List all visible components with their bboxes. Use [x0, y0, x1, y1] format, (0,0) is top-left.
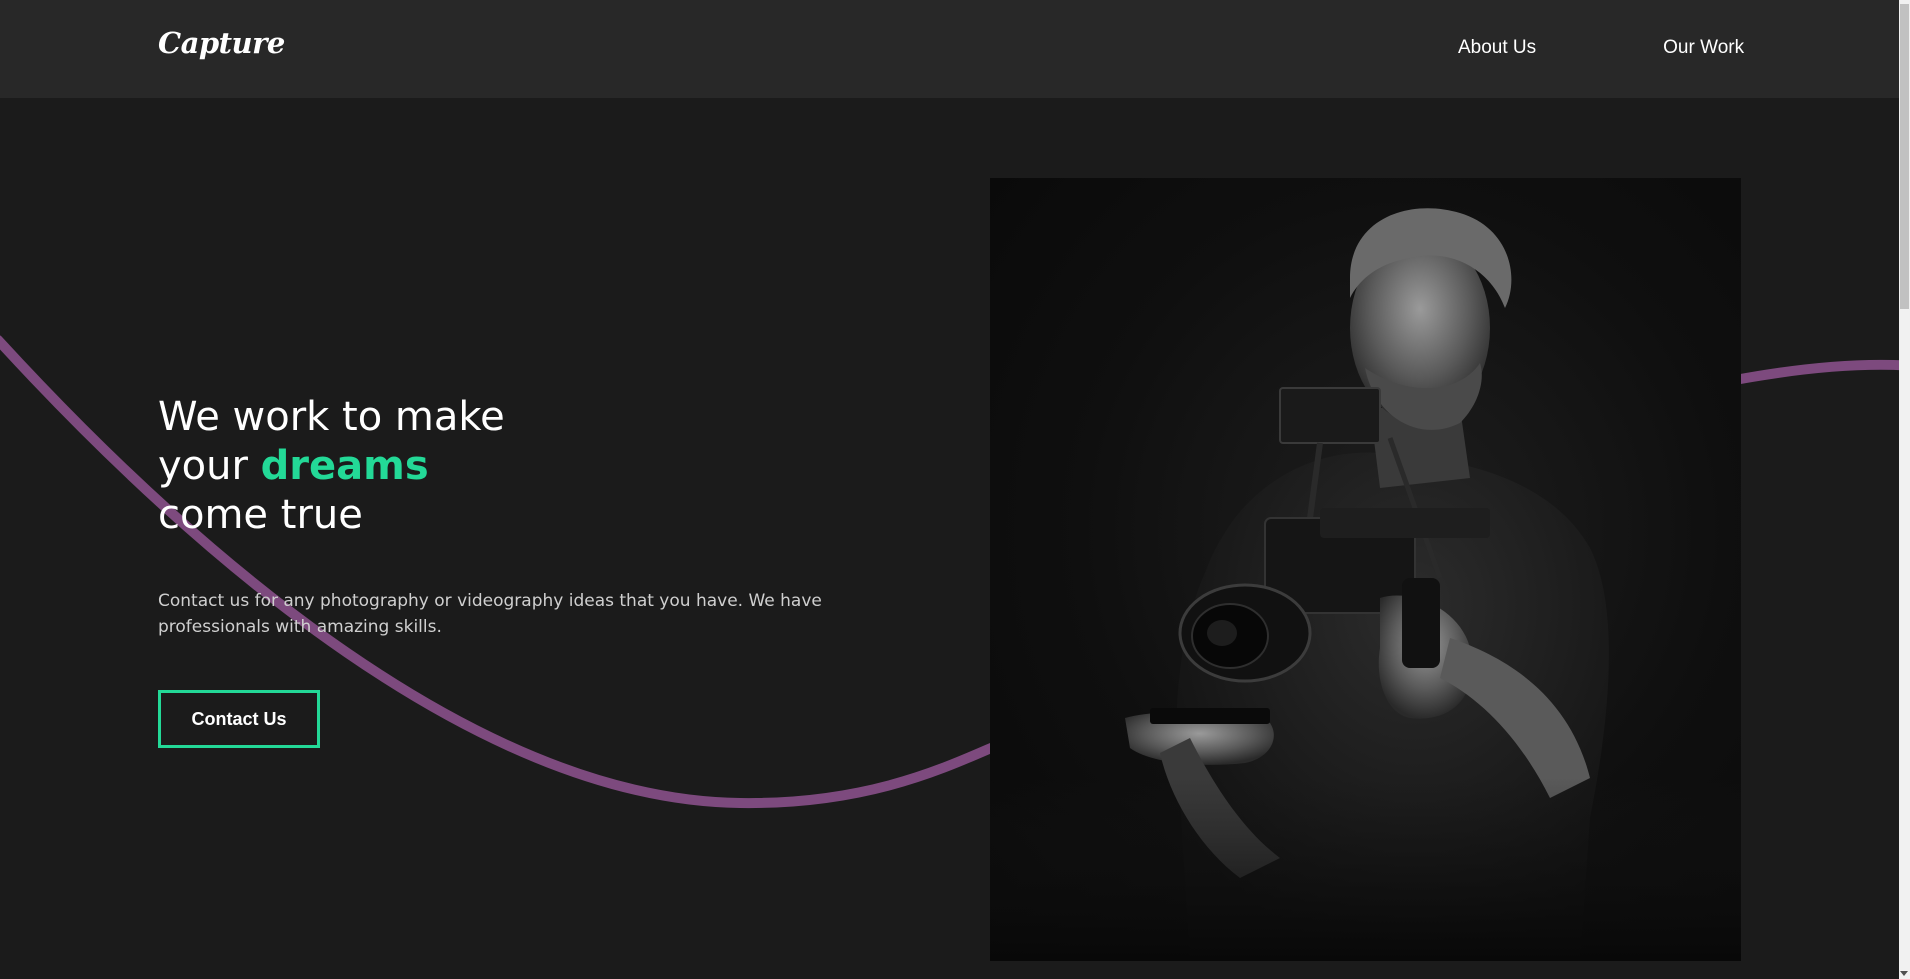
contact-us-button[interactable]: Contact Us	[158, 690, 320, 748]
nav-link-our-work[interactable]: Our Work	[1663, 37, 1744, 59]
scroll-down-arrow-icon[interactable]	[1900, 971, 1908, 976]
headline-line-3: come true	[158, 492, 363, 538]
headline-line-1: We work to make	[158, 394, 505, 440]
page-scrollbar[interactable]	[1899, 0, 1910, 979]
headline-line-2-prefix: your	[158, 443, 248, 489]
nav-link-about-us[interactable]: About Us	[1458, 37, 1536, 59]
logo[interactable]: Capture	[158, 26, 285, 60]
page: Capture About Us Our Work We work to mak…	[0, 0, 1910, 979]
scrollbar-thumb[interactable]	[1900, 4, 1909, 309]
nav-links: About Us Our Work	[1458, 37, 1744, 59]
navbar: Capture About Us Our Work	[0, 0, 1899, 98]
hero-photo	[990, 178, 1741, 961]
headline-accent-word: dreams	[260, 443, 429, 489]
hero-headline: We work to make your dreams come true	[158, 393, 505, 540]
hero-description: Contact us for any photography or videog…	[158, 591, 822, 637]
videographer-illustration	[990, 208, 1741, 961]
hero-text: We work to make your dreams come true	[158, 393, 505, 540]
